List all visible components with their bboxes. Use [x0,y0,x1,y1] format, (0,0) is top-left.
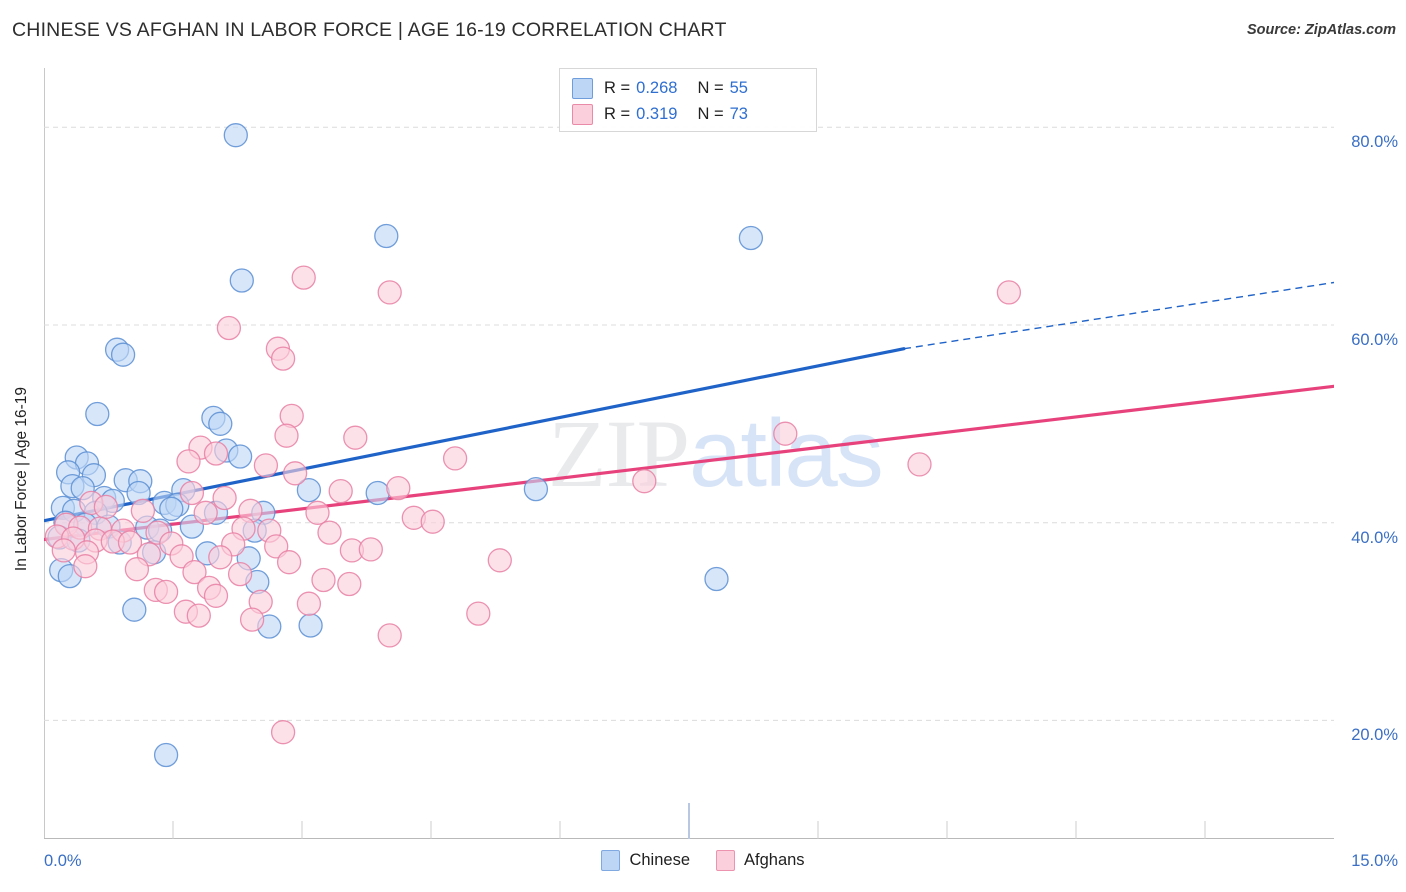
data-point-afghans [208,545,233,570]
data-point-afghans [270,720,296,745]
n-value: 55 [729,78,748,97]
data-point-afghans [239,607,265,632]
gridlines [44,126,1334,721]
series-legend-item-afghans[interactable]: Afghans [716,850,805,871]
series-legend-label: Chinese [629,851,690,869]
r-label: R = [604,104,631,123]
data-point-afghans [343,425,368,450]
data-point-afghans [632,469,657,494]
data-point-afghans [996,280,1022,305]
legend-swatch-chinese [572,77,593,99]
plot-area [44,68,1334,839]
data-point-afghans [179,480,205,506]
data-point-chinese [374,223,399,249]
y-axis-tick-label: 60.0% [1351,331,1398,349]
data-points [44,123,1022,768]
data-point-chinese [229,268,254,293]
page-title: CHINESE VS AFGHAN IN LABOR FORCE | AGE 1… [12,19,727,41]
r-value: 0.319 [636,104,678,123]
data-point-afghans [377,623,402,648]
y-axis-tick-label: 20.0% [1351,726,1398,745]
data-point-chinese [223,123,248,148]
data-point-afghans [93,494,119,520]
data-point-afghans [773,421,798,446]
data-point-afghans [274,423,299,448]
data-point-afghans [153,579,179,605]
y-axis-tick-label: 40.0% [1351,528,1398,547]
series-swatch-afghans [716,850,735,871]
data-point-afghans [216,315,242,341]
data-point-chinese [704,566,729,592]
source-attribution: Source: ZipAtlas.com [1246,22,1396,38]
data-point-afghans [466,601,491,626]
data-point-afghans [253,453,279,478]
data-point-afghans [186,603,211,628]
correlation-chart: CHINESE VS AFGHAN IN LABOR FORCE | AGE 1… [0,0,1406,892]
data-point-chinese [365,480,390,506]
data-point-chinese [208,411,233,436]
r-label: R = [604,78,631,97]
data-point-afghans [337,571,362,597]
data-point-afghans [130,498,156,523]
data-point-afghans [203,441,229,466]
stat-row-chinese: R = 0.268 N = 55 [572,75,806,101]
data-point-chinese [738,225,764,251]
data-point-afghans [276,550,302,575]
data-point-afghans [317,520,342,545]
data-point-afghans [227,561,253,587]
data-point-afghans [203,583,229,608]
data-point-chinese [110,342,136,367]
x-axis-ticks [172,803,1206,839]
data-point-afghans [212,485,237,511]
data-point-chinese [298,613,323,638]
data-point-afghans [124,557,150,582]
data-point-chinese [523,476,549,502]
y-axis-tick-label: 80.0% [1351,133,1398,152]
series-legend-item-chinese[interactable]: Chinese [601,850,690,871]
series-legend: Chinese Afghans [0,850,1406,871]
n-label: N = [697,78,724,97]
y-axis-title: In Labor Force | Age 16-19 [13,386,30,572]
data-point-afghans [358,537,383,562]
scatter-canvas [44,123,1334,839]
n-label: N = [697,104,724,123]
data-point-afghans [305,500,330,525]
data-point-afghans [386,475,411,501]
series-legend-label: Afghans [744,851,805,869]
data-point-afghans [487,548,512,573]
data-point-chinese [122,597,147,622]
trend-line-projection-chinese [903,281,1334,350]
data-point-afghans [193,500,218,525]
r-value: 0.268 [636,78,678,97]
data-point-afghans [51,538,76,563]
correlation-stats-legend: R = 0.268 N = 55 R = 0.319 N = 73 [559,68,817,132]
data-point-afghans [377,280,402,305]
stat-row-afghans: R = 0.319 N = 73 [572,101,806,127]
data-point-afghans [270,346,296,371]
data-point-afghans [73,554,98,579]
data-point-afghans [291,265,316,290]
data-point-afghans [328,478,353,504]
data-point-chinese [85,401,110,427]
data-point-chinese [159,496,184,522]
data-point-chinese [153,742,179,768]
data-point-afghans [420,509,445,534]
series-swatch-chinese [601,850,621,871]
data-point-afghans [296,591,322,616]
legend-swatch-afghans [572,103,593,125]
data-point-afghans [907,452,932,477]
data-point-afghans [311,567,336,593]
data-point-chinese [227,444,253,469]
n-value: 73 [729,104,748,123]
data-point-afghans [442,446,468,471]
data-point-afghans [282,461,308,486]
data-point-afghans [176,449,201,474]
